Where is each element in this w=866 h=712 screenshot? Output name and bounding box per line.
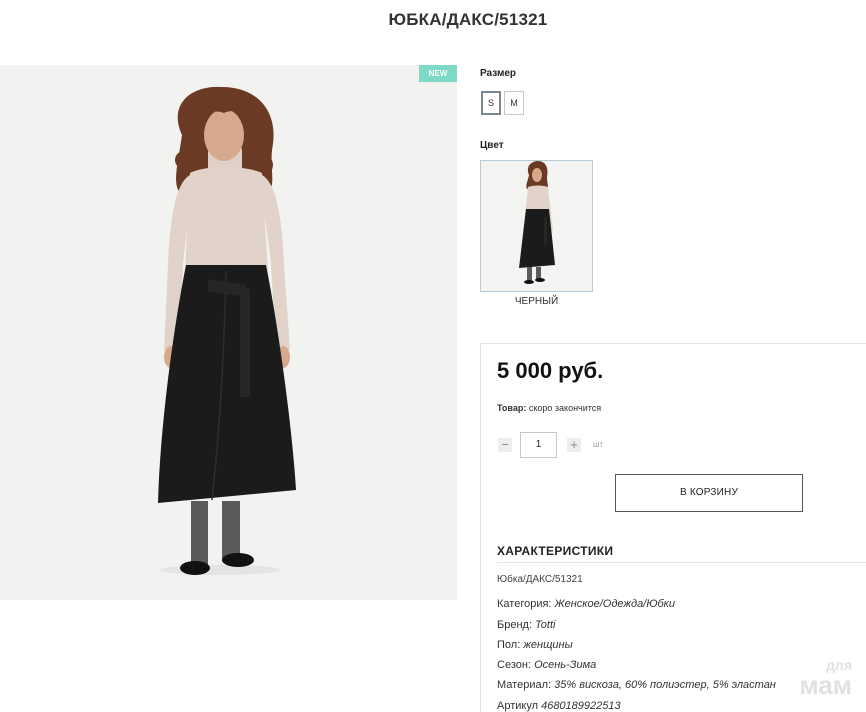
color-thumbnail xyxy=(481,161,592,291)
spec-label: Материал: xyxy=(497,679,552,691)
spec-label: Артикул xyxy=(497,700,539,712)
spec-value: 4680189922513 xyxy=(541,700,621,712)
specs-sku-line: Юбка/ДАКС/51321 xyxy=(497,574,583,585)
color-swatch-black[interactable] xyxy=(480,160,593,292)
color-label: Цвет xyxy=(480,140,504,151)
size-option-m[interactable]: M xyxy=(504,91,524,115)
spec-label: Категория: xyxy=(497,598,552,610)
stock-status: Товар: скоро закончится xyxy=(497,403,601,413)
specs-heading: ХАРАКТЕРИСТИКИ xyxy=(497,544,614,558)
spec-row-season: Сезон: Осень-Зима xyxy=(497,659,596,671)
spec-value[interactable]: Осень-Зима xyxy=(534,659,596,671)
purchase-panel: 5 000 руб. Товар: скоро закончится − 1 +… xyxy=(480,343,866,712)
spec-label: Сезон: xyxy=(497,659,531,671)
spec-row-category: Категория: Женское/Одежда/Юбки xyxy=(497,598,675,610)
site-watermark: для мам xyxy=(782,658,852,698)
spec-label: Пол: xyxy=(497,639,521,651)
product-page: ЮБКА/ДАКС/51321 NEW Размер S M Цвет ЧЕРН… xyxy=(0,0,866,712)
spec-row-material: Материал: 35% вискоза, 60% полиэстер, 5%… xyxy=(497,679,776,691)
minus-icon[interactable]: − xyxy=(498,438,512,452)
watermark-bottom: мам xyxy=(799,670,852,700)
price: 5 000 руб. xyxy=(497,358,604,383)
spec-row-brand: Бренд: Totti xyxy=(497,619,555,631)
spec-row-article: Артикул 4680189922513 xyxy=(497,700,621,712)
quantity-input[interactable]: 1 xyxy=(520,432,557,458)
spec-label: Бренд: xyxy=(497,619,533,631)
stock-value: скоро закончится xyxy=(528,403,602,413)
page-title: ЮБКА/ДАКС/51321 xyxy=(388,10,548,29)
product-main-image[interactable]: NEW xyxy=(0,65,457,600)
spec-value[interactable]: Totti xyxy=(535,619,555,631)
spec-row-gender: Пол: женщины xyxy=(497,639,573,651)
size-option-s[interactable]: S xyxy=(481,91,501,115)
stock-label: Товар: xyxy=(497,403,527,413)
spec-value: 35% вискоза, 60% полиэстер, 5% эластан xyxy=(554,679,776,691)
new-badge: NEW xyxy=(419,65,457,82)
color-name: ЧЕРНЫЙ xyxy=(514,296,559,307)
add-to-cart-button[interactable]: В КОРЗИНУ xyxy=(615,474,803,512)
quantity-unit: шт xyxy=(593,440,604,449)
spec-value[interactable]: Женское/Одежда/Юбки xyxy=(555,598,675,610)
spec-value[interactable]: женщины xyxy=(523,639,572,651)
plus-icon[interactable]: + xyxy=(567,438,581,452)
model-photo xyxy=(0,65,457,600)
size-label: Размер xyxy=(480,68,517,79)
specs-divider xyxy=(497,562,866,563)
